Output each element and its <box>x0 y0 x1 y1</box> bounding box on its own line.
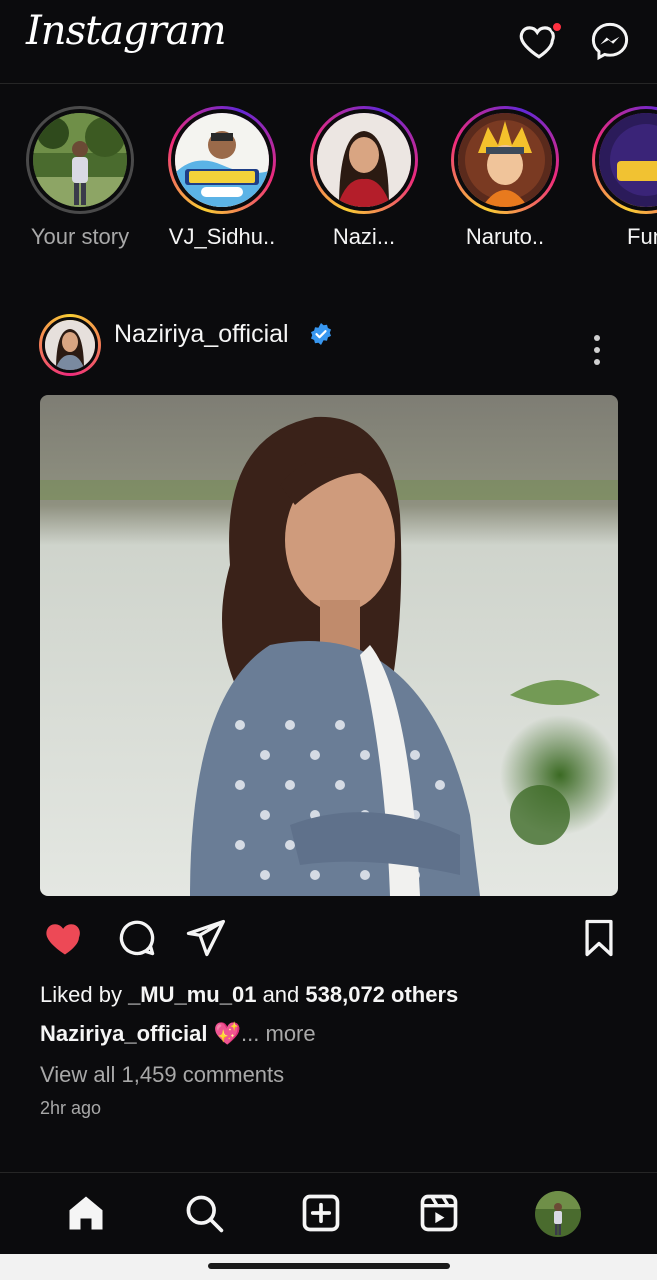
story-your-story[interactable]: Your story <box>25 106 135 250</box>
reels-icon[interactable] <box>417 1191 461 1235</box>
home-icon[interactable] <box>64 1191 108 1235</box>
gesture-handle[interactable] <box>208 1263 450 1269</box>
bottom-navigation <box>0 1172 657 1254</box>
likes-prefix: Liked by <box>40 982 129 1007</box>
create-post-icon[interactable] <box>299 1191 343 1235</box>
notification-dot <box>551 21 563 33</box>
share-icon[interactable] <box>182 916 228 960</box>
likes-middle: and <box>256 982 306 1007</box>
system-gesture-area <box>0 1254 657 1280</box>
post-caption: Naziriya_official 💖... more <box>40 1021 316 1047</box>
story-label: Nazi... <box>332 224 396 249</box>
story-fun[interactable]: Fun <box>591 106 657 250</box>
story-label: Your story <box>30 224 130 249</box>
top-bar: Instagram <box>0 0 657 84</box>
profile-avatar[interactable] <box>535 1191 581 1237</box>
verified-badge-icon <box>311 323 331 345</box>
liked-by-user[interactable]: _MU_mu_01 <box>128 982 256 1007</box>
save-bookmark-icon[interactable] <box>576 916 622 960</box>
story-label: Fun <box>627 224 657 249</box>
caption-username[interactable]: Naziriya_official <box>40 1021 208 1046</box>
likes-text[interactable]: Liked by _MU_mu_01 and 538,072 others <box>40 982 458 1008</box>
post-author-avatar[interactable] <box>39 314 101 376</box>
story-nazi[interactable]: Nazi... <box>309 106 419 250</box>
story-label: VJ_Sidhu.. <box>168 224 276 249</box>
like-heart-icon[interactable] <box>42 916 88 960</box>
story-avatar <box>454 109 556 211</box>
comment-icon[interactable] <box>114 916 160 960</box>
story-naruto[interactable]: Naruto.. <box>450 106 560 250</box>
story-avatar <box>595 109 657 211</box>
instagram-logo[interactable]: Instagram <box>26 8 227 54</box>
story-vj-sidhu[interactable]: VJ_Sidhu.. <box>167 106 277 250</box>
messenger-icon[interactable] <box>589 20 631 62</box>
story-avatar <box>171 109 273 211</box>
more-options-icon[interactable] <box>584 330 610 370</box>
story-avatar <box>29 109 131 211</box>
stories-tray: Your story VJ_Sidhu.. Nazi... Naruto.. F… <box>0 86 657 262</box>
post-header: Naziriya_official <box>0 310 657 380</box>
view-comments-link[interactable]: View all 1,459 comments <box>40 1062 284 1088</box>
story-label: Naruto.. <box>465 224 545 249</box>
post-image[interactable] <box>40 395 618 896</box>
search-icon[interactable] <box>182 1191 226 1235</box>
story-avatar <box>313 109 415 211</box>
post-actions <box>0 910 657 966</box>
post-username[interactable]: Naziriya_official <box>114 320 289 349</box>
likes-count[interactable]: 538,072 others <box>305 982 458 1007</box>
post-timestamp: 2hr ago <box>40 1098 102 1118</box>
caption-more-link[interactable]: ... more <box>241 1021 316 1046</box>
caption-emoji: 💖 <box>213 1021 242 1046</box>
